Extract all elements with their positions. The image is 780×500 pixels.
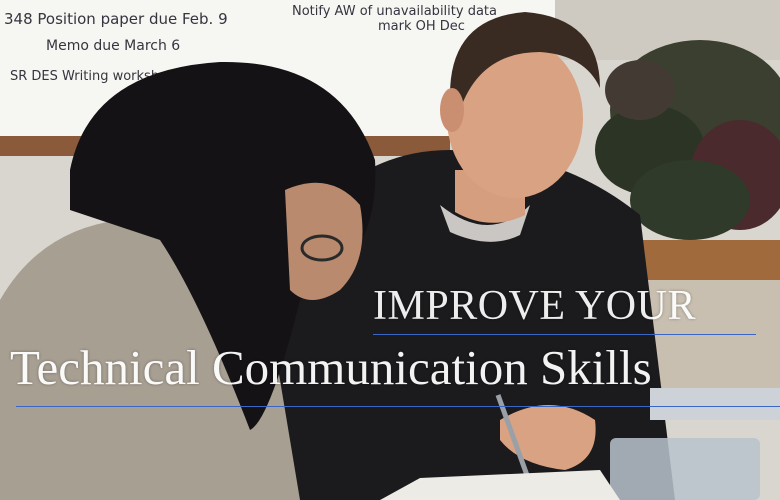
classroom-photo: 348 Position paper due Feb. 9 Memo due M…: [0, 0, 780, 500]
plastic-container: [610, 438, 760, 500]
whiteboard-line: Memo due March 6: [46, 38, 180, 54]
whiteboard-line: mark OH Dec: [378, 19, 465, 34]
laptop: [650, 388, 780, 420]
shelf: [640, 240, 780, 280]
man-ear: [440, 88, 464, 132]
hero-banner: 348 Position paper due Feb. 9 Memo due M…: [0, 0, 780, 500]
whiteboard-line: 348 Position paper due Feb. 9: [4, 10, 228, 28]
shelf-lower: [640, 280, 780, 400]
whiteboard-line: Notify AW of unavailability data: [292, 4, 497, 19]
